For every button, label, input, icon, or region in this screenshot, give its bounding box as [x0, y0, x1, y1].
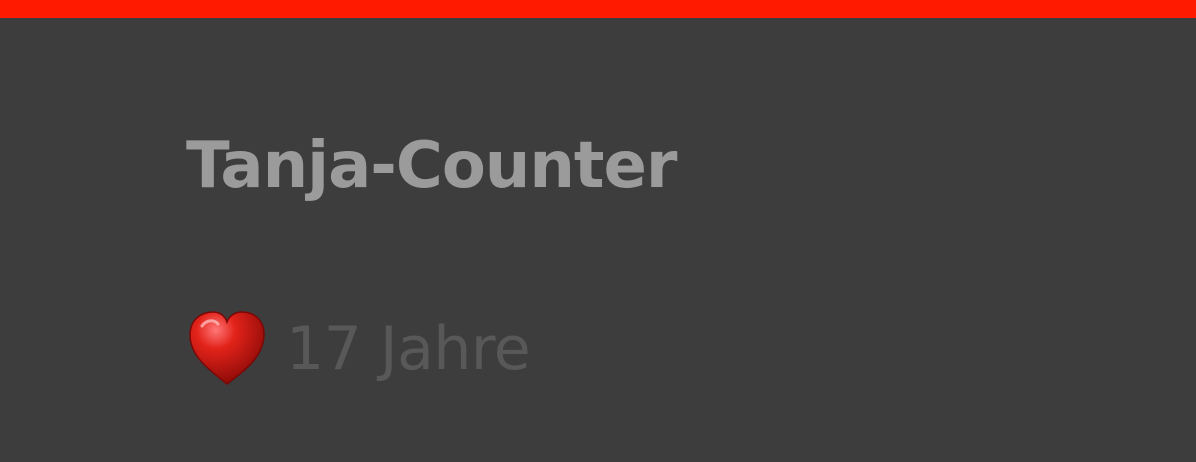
counter-widget: Tanja-Counter 17 Jahre: [0, 18, 1196, 462]
counter-value: 17 Jahre: [286, 314, 531, 384]
top-accent-bar: [0, 0, 1196, 18]
counter-row: 17 Jahre: [186, 310, 531, 388]
heart-icon: [186, 310, 268, 388]
widget-title: Tanja-Counter: [186, 129, 677, 203]
